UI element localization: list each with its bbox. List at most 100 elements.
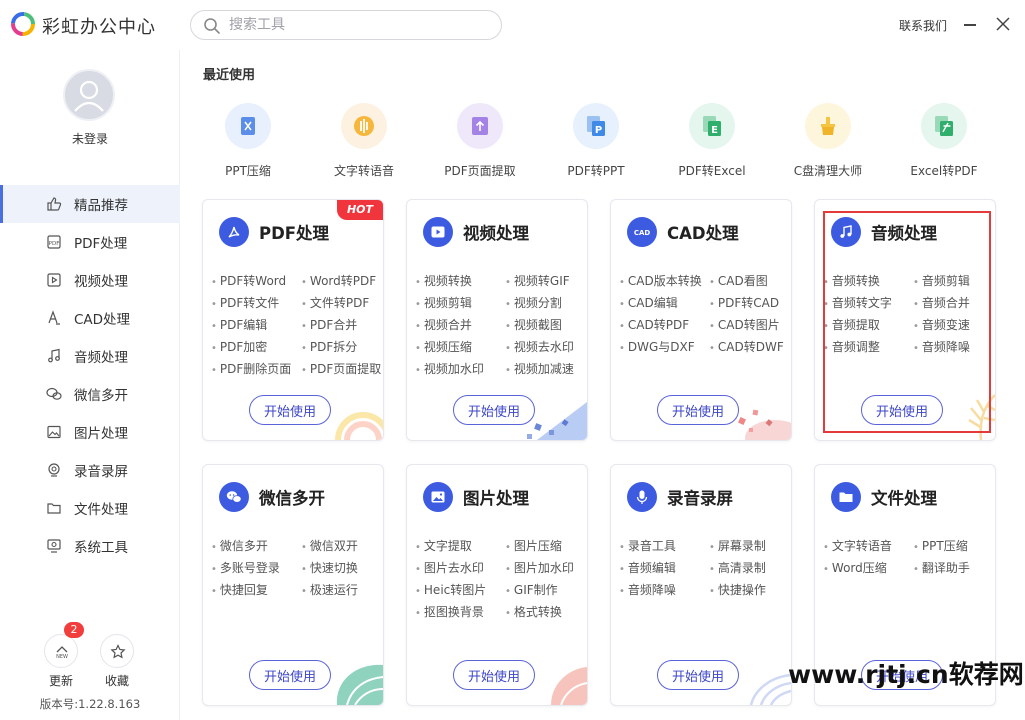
start-button[interactable]: 开始使用 (861, 395, 943, 425)
feature-link[interactable]: PDF加密 (211, 338, 267, 355)
feature-link[interactable]: PDF页面提取 (301, 360, 381, 377)
feature-link[interactable]: CAD转PDF (619, 316, 689, 333)
feature-link[interactable]: 视频转GIF (505, 272, 570, 289)
feature-link[interactable]: 图片去水印 (415, 559, 484, 576)
sidebar-item-audio[interactable]: 音频处理 (0, 337, 180, 375)
feature-link[interactable]: CAD版本转换 (619, 272, 702, 289)
feature-link[interactable]: PDF删除页面 (211, 360, 291, 377)
login-status[interactable]: 未登录 (0, 130, 180, 147)
feature-link[interactable]: 视频去水印 (505, 338, 574, 355)
feature-link[interactable]: 音频降噪 (619, 581, 676, 598)
feature-link[interactable]: CAD转图片 (709, 316, 780, 333)
feature-link[interactable]: 音频提取 (823, 316, 880, 333)
feature-link[interactable]: PDF转CAD (709, 294, 779, 311)
feature-link[interactable]: CAD转DWF (709, 338, 784, 355)
wave-decoration (749, 673, 791, 705)
feature-link[interactable]: 屏幕录制 (709, 537, 766, 554)
contact-us-link[interactable]: 联系我们 (899, 17, 947, 34)
feature-link[interactable]: PDF编辑 (211, 316, 267, 333)
excel-to-pdf-icon (921, 103, 967, 149)
feature-link[interactable]: Word压缩 (823, 559, 887, 576)
feature-link[interactable]: 文件转PDF (301, 294, 369, 311)
feature-link[interactable]: 视频截图 (505, 316, 562, 333)
start-button[interactable]: 开始使用 (657, 660, 739, 690)
avatar[interactable] (63, 69, 115, 121)
feature-link[interactable]: 极速运行 (301, 581, 358, 598)
search-input[interactable] (229, 15, 489, 35)
sidebar-item-cad[interactable]: CAD处理 (0, 299, 180, 337)
feature-link[interactable]: 音频转换 (823, 272, 880, 289)
feature-link[interactable]: 视频压缩 (415, 338, 472, 355)
feature-link[interactable]: 视频分割 (505, 294, 562, 311)
card-title: 图片处理 (463, 489, 529, 508)
minimize-button[interactable] (962, 14, 978, 34)
feature-link[interactable]: PPT压缩 (913, 537, 968, 554)
feature-link[interactable]: CAD看图 (709, 272, 768, 289)
sidebar-item-wechat[interactable]: 微信多开 (0, 375, 180, 413)
feature-link[interactable]: 视频剪辑 (415, 294, 472, 311)
feature-link[interactable]: 音频调整 (823, 338, 880, 355)
search-box[interactable] (190, 10, 502, 40)
sidebar-item-system[interactable]: 系统工具 (0, 527, 180, 565)
recent-item-pdf-extract[interactable]: PDF页面提取 (422, 100, 538, 184)
feature-link[interactable]: Word转PDF (301, 272, 376, 289)
feature-link[interactable]: 音频剪辑 (913, 272, 970, 289)
feature-link[interactable]: 视频加减速 (505, 360, 574, 377)
feature-link[interactable]: 录音工具 (619, 537, 676, 554)
recent-item-pdf-to-excel[interactable]: E PDF转Excel (654, 100, 770, 184)
feature-link[interactable]: 翻译助手 (913, 559, 970, 576)
image-icon (47, 425, 61, 439)
update-button[interactable]: NEW (44, 634, 78, 668)
feature-link[interactable]: CAD编辑 (619, 294, 678, 311)
start-button[interactable]: 开始使用 (657, 395, 739, 425)
feature-link[interactable]: GIF制作 (505, 581, 558, 598)
feature-link[interactable]: 快速切换 (301, 559, 358, 576)
sidebar-item-record[interactable]: 录音录屏 (0, 451, 180, 489)
monstera-leaf-decoration (336, 664, 383, 705)
feature-link[interactable]: 微信双开 (301, 537, 358, 554)
recent-item-pdf-to-ppt[interactable]: P PDF转PPT (538, 100, 654, 184)
start-button[interactable]: 开始使用 (453, 395, 535, 425)
recent-item-text-to-speech[interactable]: 文字转语音 (306, 100, 422, 184)
update-label: 更新 (48, 674, 73, 688)
feature-link[interactable]: PDF合并 (301, 316, 357, 333)
feature-link[interactable]: 快捷操作 (709, 581, 766, 598)
feature-link[interactable]: 音频降噪 (913, 338, 970, 355)
feature-link[interactable]: DWG与DXF (619, 338, 695, 355)
recent-item-disk-clean[interactable]: C盘清理大师 (770, 100, 886, 184)
sidebar-item-image[interactable]: 图片处理 (0, 413, 180, 451)
feature-link[interactable]: 音频编辑 (619, 559, 676, 576)
feature-link[interactable]: 文字提取 (415, 537, 472, 554)
sidebar-item-file[interactable]: 文件处理 (0, 489, 180, 527)
feature-link[interactable]: 视频转换 (415, 272, 472, 289)
feature-link[interactable]: 图片压缩 (505, 537, 562, 554)
sidebar-item-pdf[interactable]: PDF PDF处理 (0, 223, 180, 261)
close-icon[interactable] (994, 14, 1012, 34)
feature-link[interactable]: 音频合并 (913, 294, 970, 311)
feature-link[interactable]: 图片加水印 (505, 559, 574, 576)
start-button[interactable]: 开始使用 (249, 395, 331, 425)
feature-link[interactable]: PDF转文件 (211, 294, 279, 311)
feature-link[interactable]: PDF转Word (211, 272, 286, 289)
favorite-button[interactable] (100, 634, 134, 668)
sidebar-item-recommended[interactable]: 精品推荐 (0, 185, 180, 223)
feature-link[interactable]: 音频转文字 (823, 294, 892, 311)
start-button[interactable]: 开始使用 (453, 660, 535, 690)
sidebar-item-video[interactable]: 视频处理 (0, 261, 180, 299)
feature-link[interactable]: 高清录制 (709, 559, 766, 576)
feature-link[interactable]: 文字转语音 (823, 537, 892, 554)
feature-link[interactable]: 快捷回复 (211, 581, 268, 598)
feature-link[interactable]: 音频变速 (913, 316, 970, 333)
card-record: 录音录屏 录音工具 屏幕录制 音频编辑 高清录制 音频降噪 快捷操作 开始使用 (610, 464, 792, 706)
feature-link[interactable]: 微信多开 (211, 537, 268, 554)
feature-link[interactable]: PDF拆分 (301, 338, 357, 355)
feature-link[interactable]: 格式转换 (505, 603, 562, 620)
feature-link[interactable]: 多账号登录 (211, 559, 280, 576)
start-button[interactable]: 开始使用 (249, 660, 331, 690)
feature-link[interactable]: Heic转图片 (415, 581, 486, 598)
recent-item-excel-to-pdf[interactable]: Excel转PDF (886, 100, 1002, 184)
feature-link[interactable]: 抠图换背景 (415, 603, 484, 620)
feature-link[interactable]: 视频合并 (415, 316, 472, 333)
feature-link[interactable]: 视频加水印 (415, 360, 484, 377)
recent-item-ppt-compress[interactable]: PPT压缩 (190, 100, 306, 184)
